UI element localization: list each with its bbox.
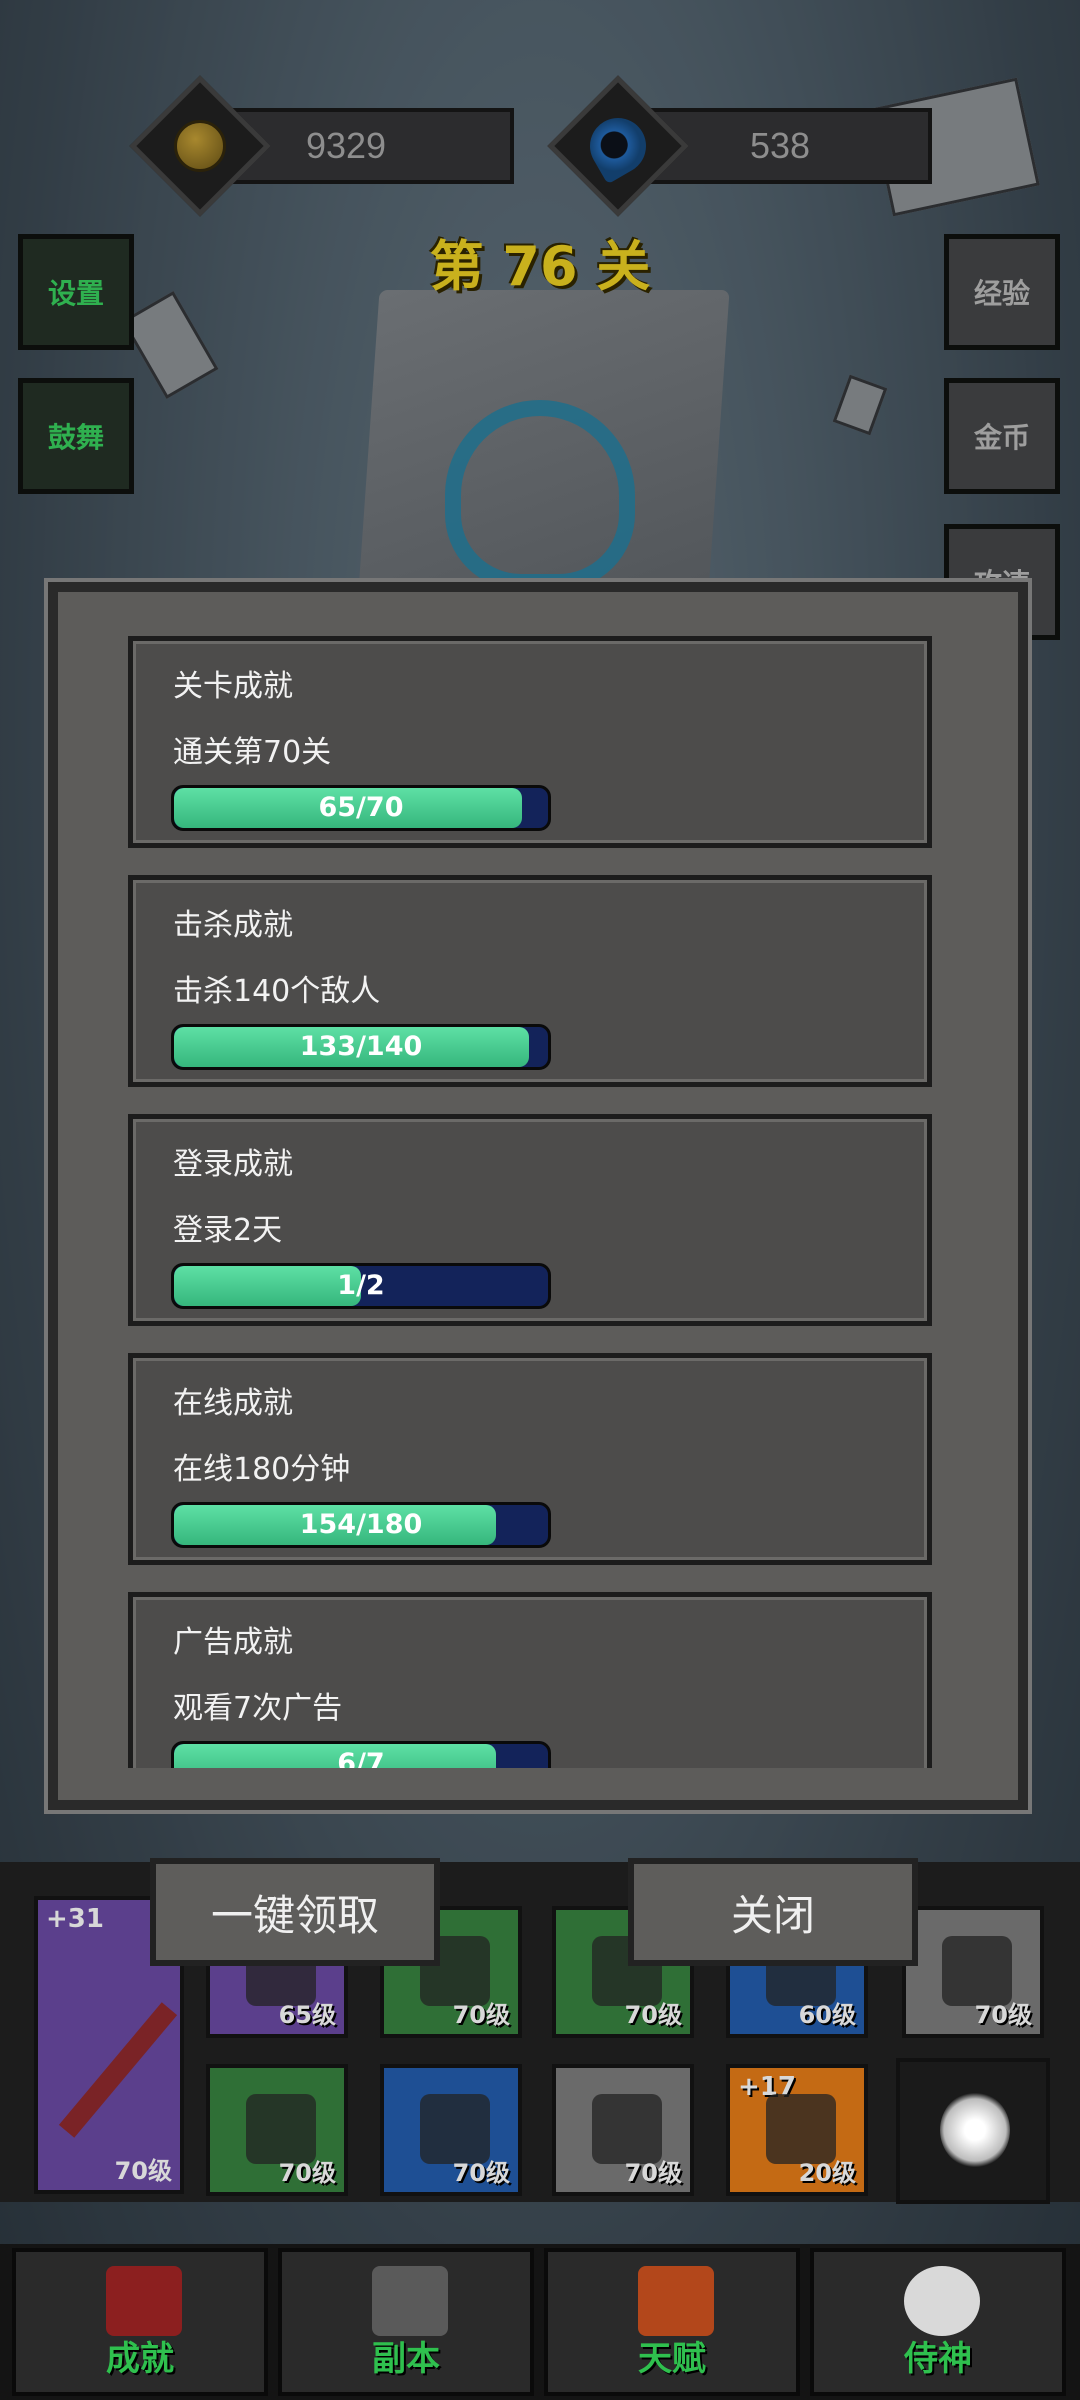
skull-icon	[904, 2266, 980, 2336]
slot-level: 70级	[452, 2159, 510, 2187]
tab-achievements[interactable]: 成就	[12, 2248, 268, 2396]
inspire-button[interactable]: 鼓舞	[18, 378, 134, 494]
achievement-desc: 登录2天	[173, 1213, 283, 1248]
close-button[interactable]: 关闭	[628, 1858, 918, 1966]
equip-slot-ring[interactable]: +17 20级	[726, 2064, 868, 2196]
achievement-desc: 击杀140个敌人	[173, 974, 381, 1009]
sword-icon	[58, 2002, 178, 2138]
tab-label: 天赋	[638, 2339, 706, 2379]
slot-level: 70级	[624, 2001, 682, 2029]
slot-level: 70级	[624, 2159, 682, 2187]
equip-slot-amulet[interactable]: 70级	[902, 1906, 1044, 2038]
tab-label: 副本	[372, 2339, 440, 2379]
achievements-modal: 关卡成就 通关第70关 65/70 击杀成就 击杀140个敌人 133/140 …	[48, 582, 1028, 1810]
progress-bar: 154/180	[171, 1502, 551, 1548]
level-title: 第 76 关	[429, 235, 651, 298]
slot-level: 70级	[452, 2001, 510, 2029]
tab-label: 侍神	[904, 2339, 972, 2379]
achievement-card[interactable]: 击杀成就 击杀140个敌人 133/140	[128, 875, 932, 1087]
bottom-nav: 成就 副本 天赋 侍神	[0, 2244, 1080, 2400]
achievement-card[interactable]: 关卡成就 通关第70关 65/70	[128, 636, 932, 848]
achievements-list[interactable]: 关卡成就 通关第70关 65/70 击杀成就 击杀140个敌人 133/140 …	[128, 636, 932, 1768]
settings-button[interactable]: 设置	[18, 234, 134, 350]
achievement-title: 在线成就	[173, 1386, 293, 1421]
sword-icon	[372, 2266, 448, 2336]
banner-icon	[106, 2266, 182, 2336]
exp-boost-button[interactable]: 经验	[944, 234, 1060, 350]
progress-text: 133/140	[299, 1031, 423, 1062]
progress-text: 6/7	[337, 1748, 385, 1768]
weapon-plus: +31	[46, 1904, 104, 1934]
achievement-card[interactable]: 广告成就 观看7次广告 6/7	[128, 1592, 932, 1768]
achievement-title: 登录成就	[173, 1147, 293, 1182]
achievement-title: 广告成就	[173, 1625, 293, 1660]
gold-boost-button[interactable]: 金币	[944, 378, 1060, 494]
progress-text: 1/2	[337, 1270, 385, 1301]
achievement-card[interactable]: 在线成就 在线180分钟 154/180	[128, 1353, 932, 1565]
gold-coin-icon	[174, 120, 226, 172]
equip-slot-belt[interactable]: 70级	[380, 2064, 522, 2196]
equip-slot-spirit[interactable]	[896, 2058, 1050, 2204]
flame-icon	[638, 2266, 714, 2336]
equip-slot-shield[interactable]: 70级	[206, 2064, 348, 2196]
equip-slot-boots[interactable]: 70级	[552, 2064, 694, 2196]
tab-talent[interactable]: 天赋	[544, 2248, 800, 2396]
tab-servant[interactable]: 侍神	[810, 2248, 1066, 2396]
progress-bar: 6/7	[171, 1741, 551, 1768]
achievement-title: 关卡成就	[173, 669, 293, 704]
weapon-level: 70级	[114, 2157, 172, 2185]
spirit-flame-icon	[940, 2092, 1010, 2168]
achievement-desc: 观看7次广告	[173, 1691, 343, 1726]
progress-bar: 1/2	[171, 1263, 551, 1309]
tab-dungeon[interactable]: 副本	[278, 2248, 534, 2396]
claim-all-button[interactable]: 一键领取	[150, 1858, 440, 1966]
slot-level: 60级	[798, 2001, 856, 2029]
achievement-title: 击杀成就	[173, 908, 293, 943]
tab-label: 成就	[106, 2339, 174, 2379]
progress-text: 154/180	[299, 1509, 423, 1540]
achievement-card[interactable]: 登录成就 登录2天 1/2	[128, 1114, 932, 1326]
slot-level: 65级	[278, 2001, 336, 2029]
slot-level: 70级	[974, 2001, 1032, 2029]
achievement-desc: 在线180分钟	[173, 1452, 351, 1487]
rune-glyph	[445, 400, 635, 590]
progress-text: 65/70	[318, 792, 404, 823]
slot-level: 70级	[278, 2159, 336, 2187]
slot-level: 20级	[798, 2159, 856, 2187]
achievement-desc: 通关第70关	[173, 735, 332, 770]
progress-bar: 65/70	[171, 785, 551, 831]
progress-bar: 133/140	[171, 1024, 551, 1070]
